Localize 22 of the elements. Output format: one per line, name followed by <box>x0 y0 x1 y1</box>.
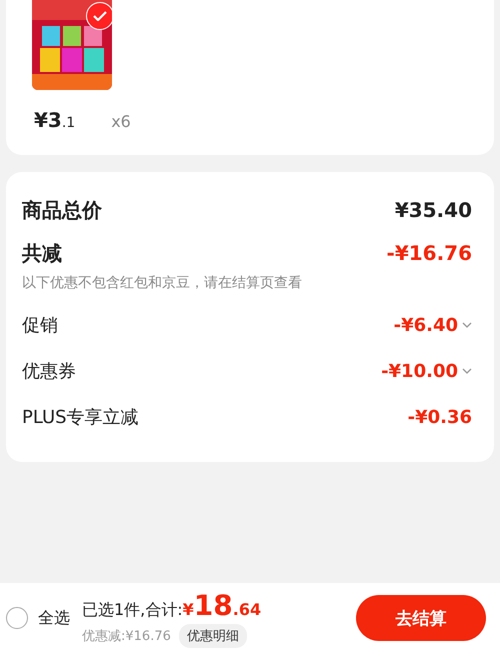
saved-amount: 优惠减:¥16.76 <box>82 628 171 644</box>
discount-item-label: 优惠券 <box>22 360 76 383</box>
quantity: x6 <box>111 112 131 131</box>
chevron-down-icon <box>462 322 472 328</box>
discount-item-label: 促销 <box>22 314 58 337</box>
discount-value: -¥16.76 <box>386 241 472 265</box>
discount-item-value: -¥0.36 <box>408 406 472 428</box>
discount-note: 以下优惠不包含红包和京豆，请在结算页查看 <box>22 274 303 292</box>
discount-item-value[interactable]: -¥6.40 <box>394 314 472 336</box>
chevron-down-icon <box>462 368 472 374</box>
total-value: ¥35.40 <box>394 198 472 222</box>
discount-label: 共减 <box>22 240 62 266</box>
total-amount: ¥18.64 <box>182 588 262 622</box>
select-all-label[interactable]: 全选 <box>38 608 70 628</box>
unit-price: ¥3.1 <box>34 108 76 132</box>
discount-item-value[interactable]: -¥10.00 <box>381 360 472 382</box>
total-label: 商品总价 <box>22 196 102 224</box>
checkout-button[interactable]: 去结算 <box>356 595 486 641</box>
selected-count: 已选1件,合计: <box>82 600 183 620</box>
discount-item-label: PLUS专享立减 <box>22 406 139 429</box>
discount-details-button[interactable]: 优惠明细 <box>178 624 247 648</box>
select-all-radio[interactable] <box>6 607 28 629</box>
